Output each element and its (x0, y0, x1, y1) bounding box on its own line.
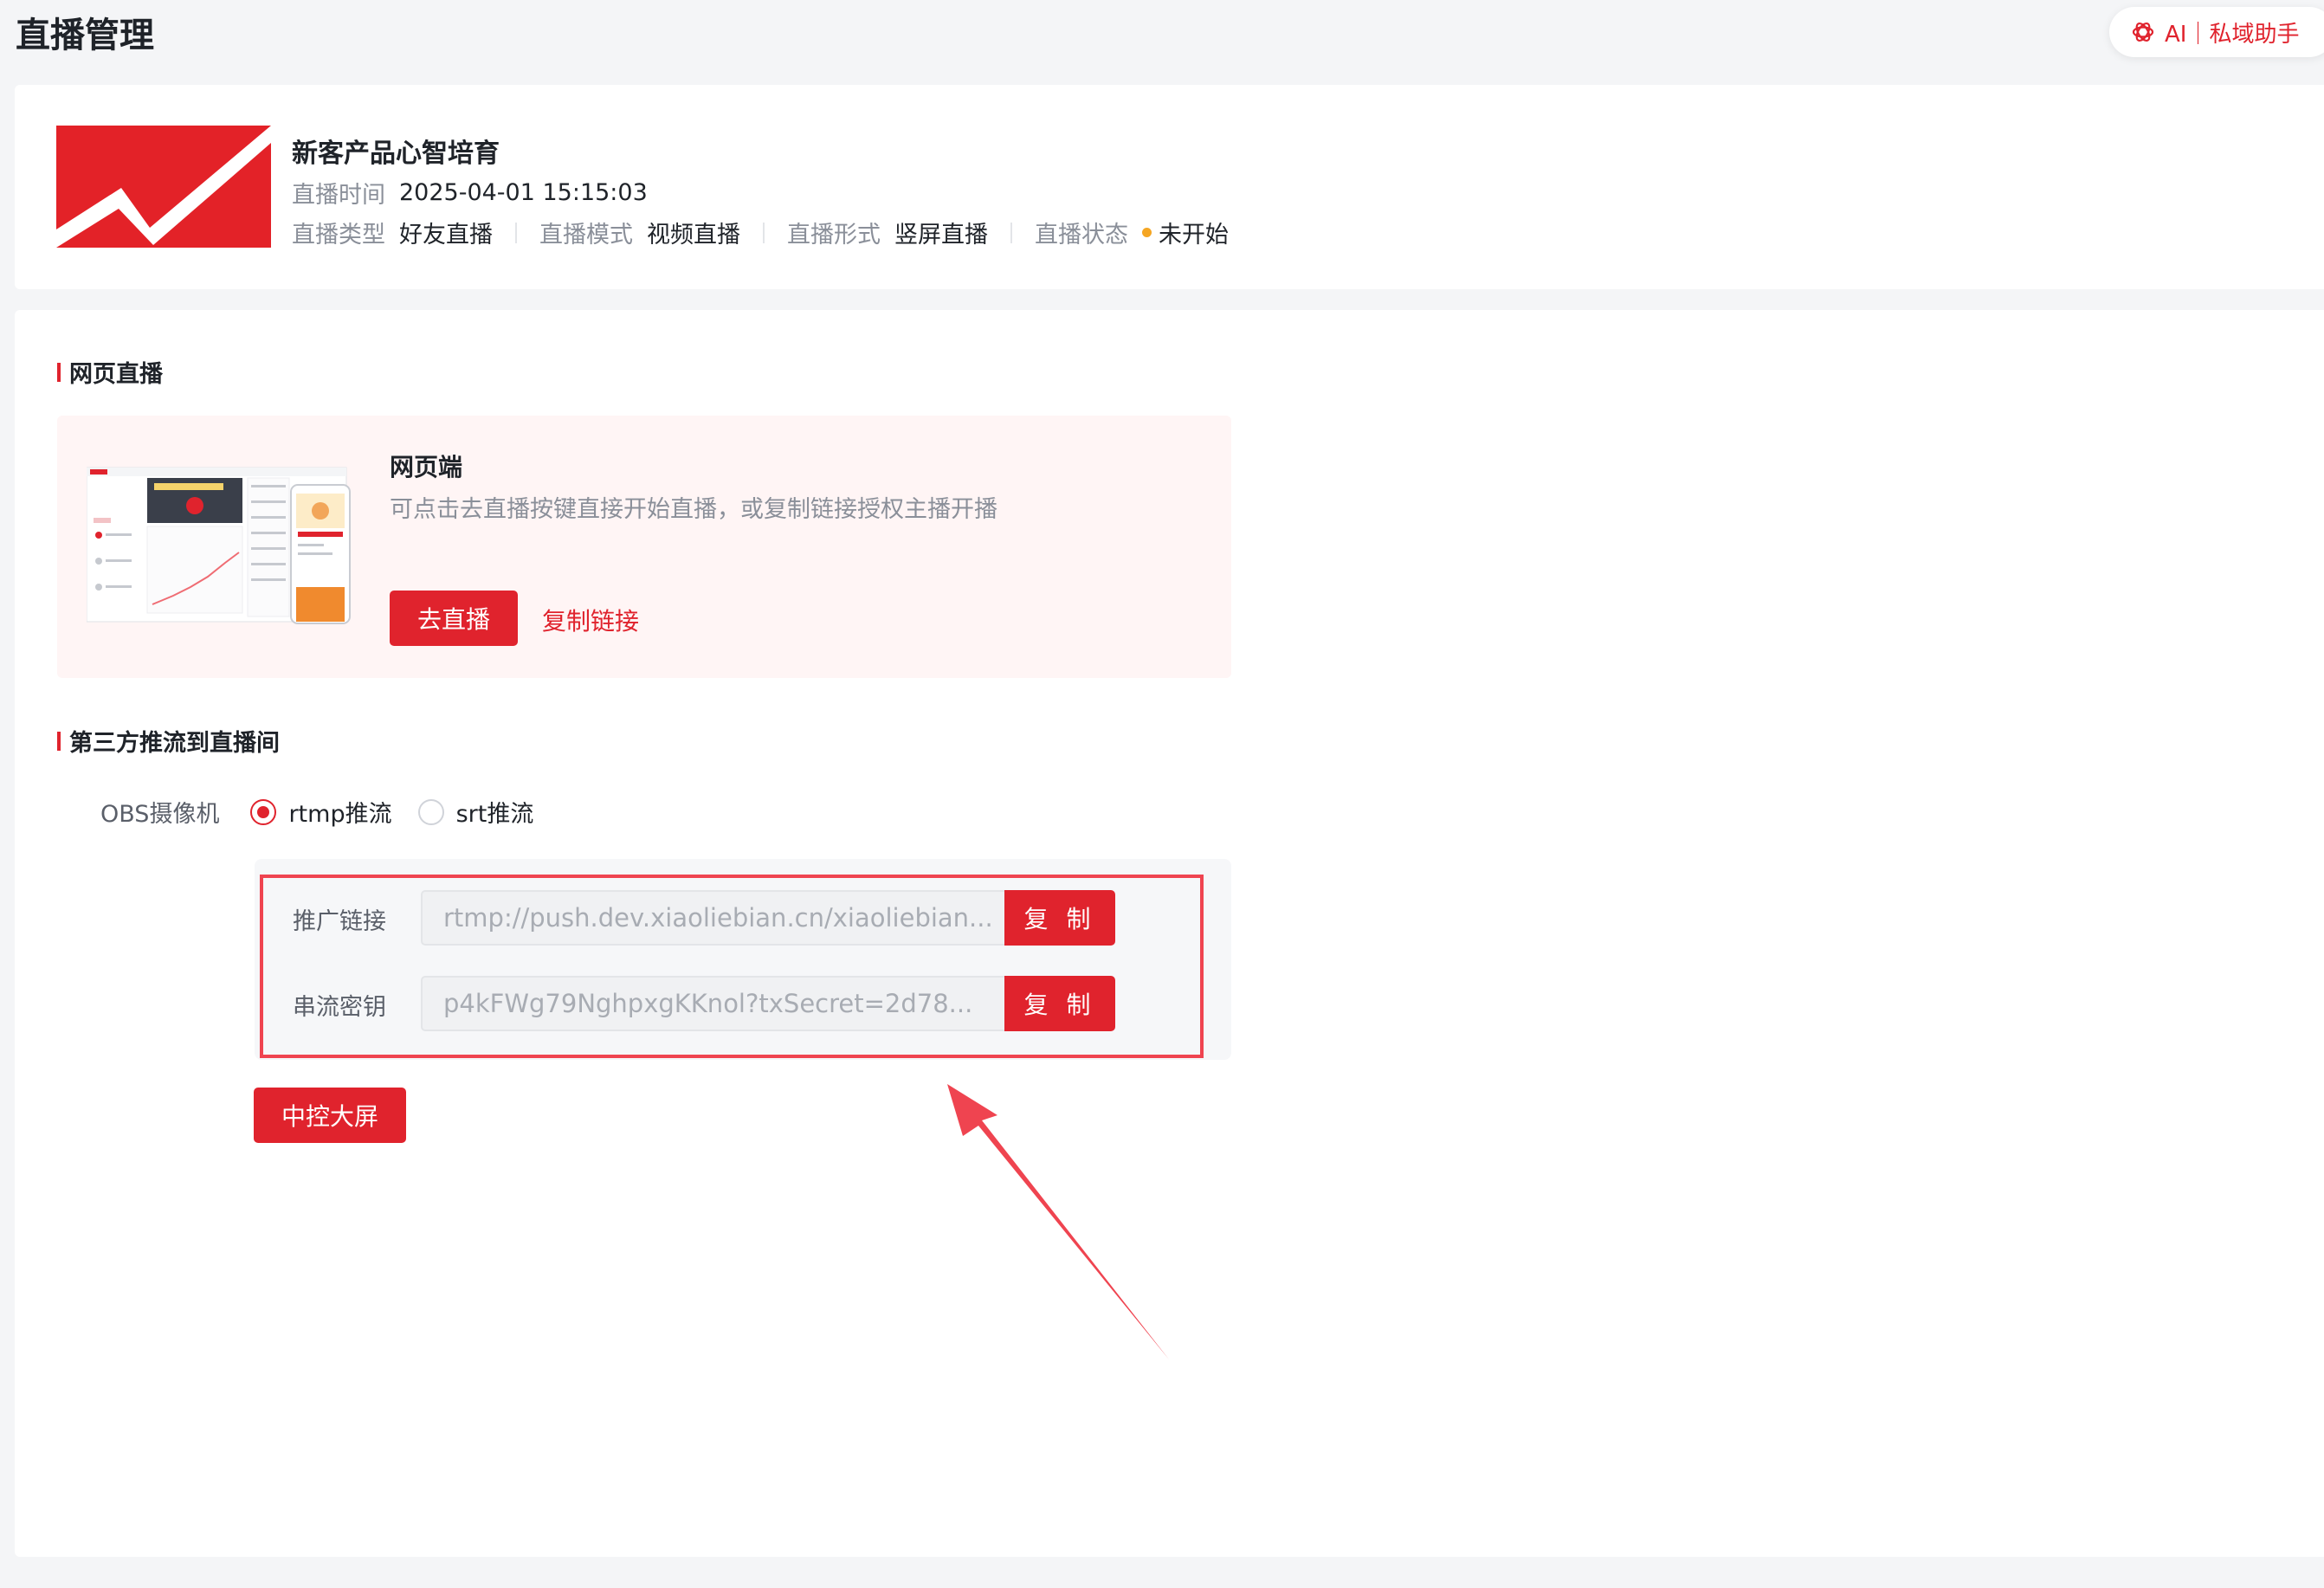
ai-assistant-button[interactable]: AI｜私域助手 (2109, 7, 2324, 57)
go-live-button[interactable]: 去直播 (390, 591, 518, 646)
live-status-value: 未开始 (1159, 222, 1229, 249)
section-marker (57, 362, 61, 382)
device-label: OBS摄像机 (100, 801, 220, 828)
live-meta-row: 直播类型 好友直播 直播模式 视频直播 直播形式 竖屏直播 直播状态 未开始 (292, 216, 1229, 249)
live-name: 新客产品心智培育 (292, 139, 500, 169)
live-mode-label: 直播模式 (539, 222, 633, 249)
rtmp-radio-label[interactable]: rtmp推流 (288, 795, 391, 829)
live-type-label: 直播类型 (292, 222, 385, 249)
live-time-value: 2025-04-01 15:15:03 (399, 179, 648, 206)
divider (515, 222, 517, 243)
copy-stream-key-button[interactable]: 复 制 (1004, 976, 1115, 1031)
third-party-title-text: 第三方推流到直播间 (69, 730, 280, 757)
web-live-section-title: 网页直播 (57, 355, 163, 389)
copy-push-url-button[interactable]: 复 制 (1004, 890, 1115, 946)
dashboard-preview-icon (86, 467, 351, 624)
copy-link-button[interactable]: 复制链接 (542, 603, 639, 637)
lightning-logo-icon (56, 126, 271, 248)
status-dot-icon (1142, 228, 1152, 237)
live-format-value: 竖屏直播 (894, 222, 988, 249)
live-time-row: 直播时间 2025-04-01 15:15:03 (292, 176, 648, 210)
live-format-label: 直播形式 (787, 222, 881, 249)
stream-key-input[interactable]: p4kFWg79NghpxgKKnol?txSecret=2d78... (421, 976, 1004, 1031)
live-status-label: 直播状态 (1035, 222, 1128, 249)
center-screen-button[interactable]: 中控大屏 (254, 1088, 406, 1143)
push-url-input[interactable]: rtmp://push.dev.xiaoliebian.cn/xiaoliebi… (421, 890, 1004, 946)
push-url-label: 推广链接 (293, 908, 386, 935)
divider (763, 222, 765, 243)
live-type-value: 好友直播 (399, 222, 493, 249)
divider (1010, 222, 1012, 243)
openai-icon (2132, 22, 2154, 42)
web-live-preview-image (86, 466, 355, 630)
rtmp-radio[interactable] (250, 798, 277, 825)
live-cover-image (56, 126, 271, 248)
section-marker (57, 731, 61, 751)
srt-radio[interactable] (417, 798, 444, 825)
web-card-description: 可点击去直播按键直接开始直播，或复制链接授权主播开播 (390, 496, 997, 523)
live-time-label: 直播时间 (292, 182, 385, 209)
push-method-radio-group: OBS摄像机 rtmp推流 srt推流 (100, 795, 559, 829)
web-live-title-text: 网页直播 (69, 361, 163, 388)
page-title: 直播管理 (16, 16, 154, 55)
live-mode-value: 视频直播 (647, 222, 740, 249)
srt-radio-label[interactable]: srt推流 (456, 795, 534, 829)
ai-assistant-label: AI｜私域助手 (2165, 21, 2300, 48)
third-party-section-title: 第三方推流到直播间 (57, 724, 280, 758)
web-card-title: 网页端 (390, 453, 463, 481)
stream-key-label: 串流密钥 (293, 994, 386, 1021)
